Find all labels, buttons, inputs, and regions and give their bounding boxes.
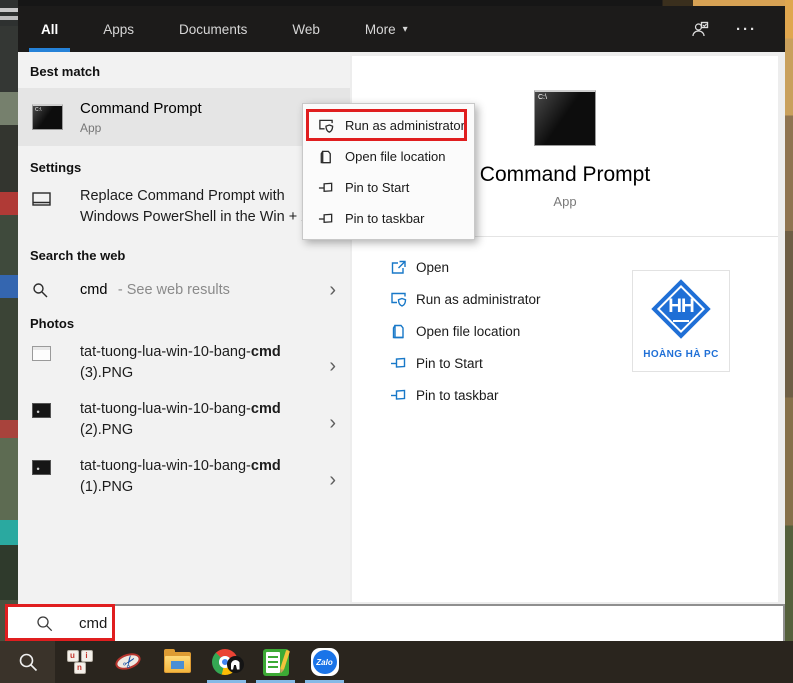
desktop-wallpaper-left-strip	[0, 0, 18, 641]
tab-web[interactable]: Web	[280, 6, 332, 52]
tab-apps-label: Apps	[103, 22, 134, 37]
tab-documents-label: Documents	[179, 22, 247, 37]
taskbar-chrome-button[interactable]	[202, 641, 251, 683]
chrome-icon	[212, 648, 242, 676]
photo-result-3[interactable]: tat-tuong-lua-win-10-bang-cmd (3).PNG ›	[18, 342, 350, 389]
chevron-down-icon: ▾	[403, 24, 408, 35]
tab-documents[interactable]: Documents	[167, 6, 259, 52]
file-location-icon	[390, 323, 407, 340]
best-match-title: Command Prompt	[80, 99, 202, 118]
settings-item-line1: Replace Command Prompt with	[80, 186, 311, 207]
photo-filename-line2: (3).PNG	[80, 363, 281, 384]
photo-result-2[interactable]: tat-tuong-lua-win-10-bang-cmd (2).PNG ›	[18, 399, 350, 446]
web-see-results-text: - See web results	[118, 282, 230, 298]
pin-icon	[318, 211, 334, 227]
open-window-icon	[390, 259, 407, 276]
pin-icon	[318, 180, 334, 196]
search-icon	[18, 652, 38, 672]
pin-icon	[390, 355, 407, 372]
windows-search-screen: All Apps Documents Web More ▾ ··· Best m…	[0, 0, 793, 683]
taskbar-search-button[interactable]	[0, 641, 55, 683]
file-location-icon	[318, 149, 334, 165]
best-match-result-command-prompt[interactable]: Command Prompt App	[18, 88, 350, 146]
taskbar-unikey-button[interactable]: u i n	[55, 641, 104, 683]
photo-filename-line1: tat-tuong-lua-win-10-bang-cmd	[80, 342, 281, 363]
photo-filename-line2: (2).PNG	[80, 420, 281, 441]
menu-item-open-file-location[interactable]: Open file location	[303, 141, 474, 172]
menu-item-run-as-administrator[interactable]: Run as administrator	[303, 110, 474, 141]
search-results-panel: Best match Command Prompt App Settings R…	[18, 52, 350, 604]
search-filter-tabs-bar: All Apps Documents Web More ▾ ···	[18, 6, 785, 52]
overlay-badge-icon	[227, 656, 244, 673]
header-actions: ···	[691, 6, 785, 52]
search-input-value: cmd	[79, 615, 107, 632]
feedback-icon[interactable]	[691, 20, 710, 39]
notes-app-icon	[263, 649, 289, 676]
photo-filename-line1: tat-tuong-lua-win-10-bang-cmd	[80, 399, 281, 420]
unikey-icon: u i n	[66, 649, 94, 675]
tab-more-label: More	[365, 22, 396, 37]
logo-caption: HOÀNG HÀ PC	[643, 349, 719, 360]
settings-result-replace-cmd[interactable]: Replace Command Prompt with Windows Powe…	[18, 186, 350, 230]
photo-result-1[interactable]: tat-tuong-lua-win-10-bang-cmd (1).PNG ›	[18, 456, 350, 503]
context-menu: Run as administrator Open file location …	[302, 103, 475, 240]
command-prompt-icon-large	[534, 90, 596, 146]
photo-thumbnail-dark-icon	[32, 456, 80, 475]
chevron-right-icon[interactable]: ›	[329, 413, 336, 433]
action-pin-to-taskbar[interactable]: Pin to taskbar	[352, 379, 778, 411]
photos-header: Photos	[30, 316, 350, 332]
tab-all[interactable]: All	[29, 6, 70, 52]
taskbar-snipping-tool-button[interactable]: ✂	[104, 641, 153, 683]
pin-icon	[390, 387, 407, 404]
snipping-tool-icon: ✂	[114, 650, 144, 674]
preview-title: Command Prompt	[480, 163, 650, 187]
more-options-icon[interactable]: ···	[736, 21, 757, 38]
photo-filename-line2: (1).PNG	[80, 477, 281, 498]
tab-apps[interactable]: Apps	[91, 6, 146, 52]
taskbar-search-box[interactable]: cmd	[5, 604, 785, 641]
web-search-result-cmd[interactable]: cmd - See web results ›	[18, 274, 350, 306]
taskbar-zalo-button[interactable]: Zalo	[300, 641, 349, 683]
taskbar: u i n ✂ Zalo	[0, 641, 793, 683]
hoang-ha-pc-logo: HH HOÀNG HÀ PC	[632, 270, 730, 372]
tab-all-label: All	[41, 22, 58, 37]
search-icon	[32, 282, 80, 298]
photo-thumbnail-light-icon	[32, 342, 80, 361]
window-outline-icon	[32, 186, 80, 206]
admin-shield-icon	[318, 118, 334, 134]
admin-shield-icon	[390, 291, 407, 308]
preview-subtitle: App	[553, 194, 576, 209]
settings-item-line2: Windows PowerShell in the Win + X	[80, 207, 311, 228]
logo-monogram: HH	[649, 277, 713, 337]
best-match-header: Best match	[30, 64, 350, 80]
taskbar-file-explorer-button[interactable]	[153, 641, 202, 683]
photo-filename-line1: tat-tuong-lua-win-10-bang-cmd	[80, 456, 281, 477]
best-match-subtitle: App	[80, 121, 202, 135]
menu-item-pin-to-taskbar[interactable]: Pin to taskbar	[303, 203, 474, 234]
chevron-right-icon[interactable]: ›	[329, 356, 336, 376]
search-icon	[36, 615, 53, 632]
chevron-right-icon[interactable]: ›	[329, 470, 336, 490]
logo-diamond-icon: HH	[649, 277, 713, 341]
command-prompt-icon	[32, 104, 80, 130]
menu-item-pin-to-start[interactable]: Pin to Start	[303, 172, 474, 203]
tab-more[interactable]: More ▾	[353, 6, 420, 52]
search-the-web-header: Search the web	[30, 248, 350, 264]
chevron-right-icon[interactable]: ›	[329, 280, 336, 300]
web-query-text: cmd	[80, 282, 107, 298]
tab-web-label: Web	[292, 22, 320, 37]
zalo-icon: Zalo	[311, 648, 339, 676]
taskbar-notes-app-button[interactable]	[251, 641, 300, 683]
photo-thumbnail-dark-icon	[32, 399, 80, 418]
file-explorer-icon	[164, 652, 191, 673]
desktop-wallpaper-right-strip	[785, 0, 793, 641]
